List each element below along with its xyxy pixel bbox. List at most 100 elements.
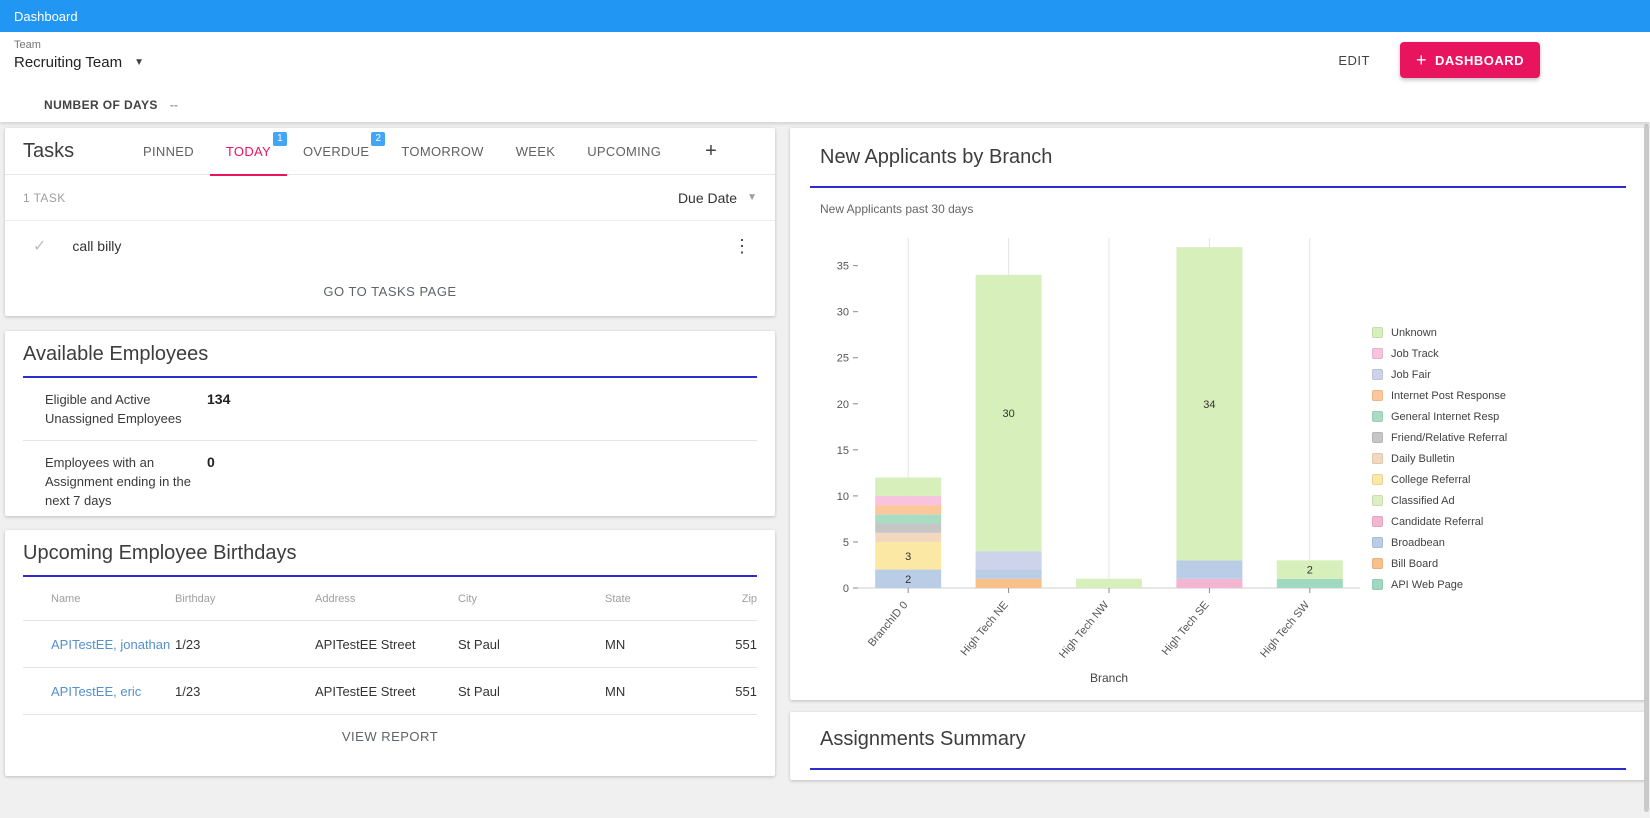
legend-label: Unknown xyxy=(1391,326,1437,339)
birthday-cell: 1/23 xyxy=(175,636,201,652)
svg-text:High Tech SW: High Tech SW xyxy=(1258,599,1312,660)
column-header: State xyxy=(605,592,631,605)
svg-text:20: 20 xyxy=(837,399,849,411)
stat-label: Eligible and Active Unassigned Employees xyxy=(45,392,182,426)
table-header-row: Name Birthday Address City State Zip xyxy=(23,577,757,621)
scrollbar[interactable] xyxy=(1644,124,1649,812)
svg-text:25: 25 xyxy=(837,353,849,365)
table-row: APITestEE, jonathan 1/23 APITestEE Stree… xyxy=(23,621,757,668)
legend-label: General Internet Resp xyxy=(1391,410,1500,423)
legend-swatch xyxy=(1372,348,1383,359)
svg-text:2: 2 xyxy=(905,574,911,586)
task-row: ✓ call billy ⋮ xyxy=(5,221,775,271)
sort-label: Due Date xyxy=(677,189,738,206)
assignments-title: Assignments Summary xyxy=(820,728,1026,750)
legend-label: Friend/Relative Referral xyxy=(1391,431,1508,444)
legend-swatch xyxy=(1372,327,1383,338)
svg-text:30: 30 xyxy=(1002,408,1014,420)
svg-text:BranchID 0: BranchID 0 xyxy=(866,599,911,649)
svg-text:35: 35 xyxy=(837,261,849,273)
legend-label: College Referral xyxy=(1391,473,1471,486)
employee-name-link[interactable]: APITestEE, eric xyxy=(23,684,175,699)
add-dashboard-button[interactable]: + DASHBOARD xyxy=(1399,42,1540,78)
sort-dropdown[interactable]: Due Date ▼ xyxy=(678,190,757,206)
tasks-tabs: PINNED TODAY 1 OVERDUE 2 TOMORROW WEEK UPC… xyxy=(127,128,731,176)
legend-swatch xyxy=(1372,579,1383,590)
legend-swatch xyxy=(1372,453,1383,464)
address-cell: APITestEE Street xyxy=(315,683,416,699)
assignments-summary-card: Assignments Summary xyxy=(790,712,1646,780)
add-tab-button[interactable]: + xyxy=(691,128,731,175)
team-selector[interactable]: Team Recruiting Team ▼ xyxy=(14,39,144,71)
svg-text:3: 3 xyxy=(905,551,911,563)
divider xyxy=(810,768,1626,770)
edit-button[interactable]: EDIT xyxy=(1338,53,1370,68)
address-cell: APITestEE Street xyxy=(315,636,416,652)
stat-value: 0 xyxy=(207,454,215,470)
tab-week[interactable]: WEEK xyxy=(500,128,571,175)
legend-swatch xyxy=(1372,537,1383,548)
legend-item: Job Fair xyxy=(1372,364,1507,385)
kebab-menu-icon[interactable]: ⋮ xyxy=(727,236,757,257)
number-of-days-value: -- xyxy=(169,98,178,112)
applicants-bar-chart: 0 5 10 15 20 25 30 35 2 3 BranchID 0 30 High Tech NE… xyxy=(837,238,1360,685)
legend-label: Bill Board xyxy=(1391,557,1439,570)
legend-label: API Web Page xyxy=(1391,578,1463,591)
new-applicants-card: New Applicants by Branch New Applicants … xyxy=(790,128,1646,700)
tab-upcoming[interactable]: UPCOMING xyxy=(571,128,677,175)
tab-badge: 1 xyxy=(273,132,288,146)
birthdays-card: Upcoming Employee Birthdays Name Birthda… xyxy=(5,530,775,776)
stat-value: 134 xyxy=(207,391,231,407)
tab-label: OVERDUE xyxy=(303,144,370,159)
birthday-cell: 1/23 xyxy=(175,683,201,699)
view-report-link[interactable]: VIEW REPORT xyxy=(5,715,775,757)
team-value: Recruiting Team xyxy=(14,54,123,71)
tab-pinned[interactable]: PINNED xyxy=(127,128,210,175)
tab-overdue[interactable]: OVERDUE 2 xyxy=(287,128,386,175)
state-cell: MN xyxy=(605,636,626,652)
legend-item: API Web Page xyxy=(1372,574,1507,595)
svg-text:5: 5 xyxy=(843,537,849,549)
legend-item: Bill Board xyxy=(1372,553,1507,574)
svg-text:30: 30 xyxy=(837,307,849,319)
legend-label: Job Track xyxy=(1391,347,1439,360)
legend-swatch xyxy=(1372,432,1383,443)
legend-item: Broadbean xyxy=(1372,532,1507,553)
legend-label: Internet Post Response xyxy=(1391,389,1506,402)
legend-item: Job Track xyxy=(1372,343,1507,364)
legend-item: Friend/Relative Referral xyxy=(1372,427,1507,448)
svg-text:34: 34 xyxy=(1203,399,1215,411)
legend-item: Daily Bulletin xyxy=(1372,448,1507,469)
tasks-title: Tasks xyxy=(23,140,75,162)
column-header: Name xyxy=(51,592,81,605)
tab-label: PINNED xyxy=(143,144,194,159)
employee-name-link[interactable]: APITestEE, jonathan xyxy=(23,637,175,652)
legend-swatch xyxy=(1372,390,1383,401)
go-to-tasks-link[interactable]: GO TO TASKS PAGE xyxy=(5,271,775,311)
zip-cell: 551 xyxy=(735,683,757,699)
svg-text:10: 10 xyxy=(837,491,849,503)
legend-label: Daily Bulletin xyxy=(1391,452,1455,465)
tab-label: WEEK xyxy=(515,144,556,159)
svg-text:2: 2 xyxy=(1307,565,1313,577)
tab-label: TOMORROW xyxy=(401,144,484,159)
chart-title: New Applicants by Branch xyxy=(820,146,1053,168)
legend-item: General Internet Resp xyxy=(1372,406,1507,427)
svg-text:15: 15 xyxy=(837,445,849,457)
legend-item: Unknown xyxy=(1372,322,1507,343)
legend-swatch xyxy=(1372,516,1383,527)
legend-item: College Referral xyxy=(1372,469,1507,490)
svg-text:0: 0 xyxy=(843,583,849,595)
tab-label: TODAY xyxy=(225,144,272,159)
state-cell: MN xyxy=(605,683,626,699)
tab-badge: 2 xyxy=(371,132,386,146)
tab-tomorrow[interactable]: TOMORROW xyxy=(385,128,499,175)
city-cell: St Paul xyxy=(458,683,500,699)
number-of-days-label[interactable]: NUMBER OF DAYS xyxy=(44,98,158,112)
legend-item: Classified Ad xyxy=(1372,490,1507,511)
legend-label: Job Fair xyxy=(1391,368,1431,381)
legend-item: Internet Post Response xyxy=(1372,385,1507,406)
check-icon[interactable]: ✓ xyxy=(33,236,46,256)
tab-today[interactable]: TODAY 1 xyxy=(209,128,288,176)
chart-legend: Unknown Job Track Job Fair Internet Post Re… xyxy=(1372,322,1507,595)
